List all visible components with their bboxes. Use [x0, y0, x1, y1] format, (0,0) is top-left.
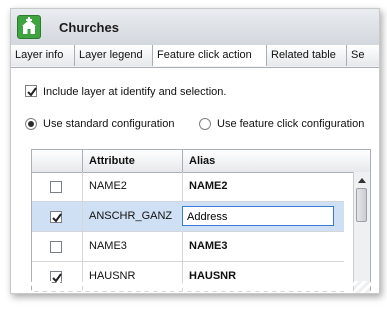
grid-header: Attribute Alias: [32, 150, 370, 173]
row-checkbox[interactable]: [50, 211, 62, 223]
radio-standard-label: Use standard configuration: [43, 118, 175, 130]
radio-feature-click-configuration[interactable]: [199, 118, 211, 130]
tab-layer-info[interactable]: Layer info: [11, 45, 75, 66]
alias-cell[interactable]: NAME3: [182, 232, 344, 261]
alias-cell[interactable]: NAME2: [182, 172, 344, 201]
include-layer-checkbox[interactable]: [25, 85, 37, 97]
torn-edge-decoration: [11, 281, 379, 293]
radio-standard-configuration[interactable]: [25, 118, 37, 130]
attribute-grid: Attribute Alias NAME2 NAME2 ANSCHR_GANZ …: [31, 149, 371, 293]
tab-layer-legend[interactable]: Layer legend: [75, 45, 153, 66]
table-row[interactable]: NAME2 NAME2: [32, 172, 344, 202]
window-title: Churches: [59, 20, 119, 35]
title-bar: Churches: [11, 9, 379, 46]
include-layer-label: Include layer at identify and selection.: [43, 86, 227, 98]
checkmark-icon: [27, 87, 37, 97]
tab-bar: Layer info Layer legend Feature click ac…: [11, 45, 379, 68]
tab-related-table[interactable]: Related table: [267, 45, 347, 66]
tab-feature-click-action[interactable]: Feature click action: [153, 45, 267, 66]
attribute-cell: ANSCHR_GANZ: [82, 202, 182, 231]
table-row[interactable]: ANSCHR_GANZ Address: [32, 202, 344, 232]
radio-feature-label: Use feature click configuration: [217, 118, 365, 130]
attribute-cell: NAME2: [82, 172, 182, 201]
table-row[interactable]: NAME3 NAME3: [32, 232, 344, 262]
church-layer-icon: [17, 15, 41, 39]
scrollbar-thumb[interactable]: [356, 188, 367, 222]
row-checkbox[interactable]: [50, 241, 62, 253]
column-header-attribute[interactable]: Attribute: [82, 150, 182, 172]
layer-properties-window: Churches Layer info Layer legend Feature…: [10, 8, 380, 294]
alias-edit-input[interactable]: Address: [182, 206, 334, 226]
tab-more[interactable]: Se: [347, 45, 379, 66]
row-checkbox[interactable]: [50, 181, 62, 193]
scroll-up-icon[interactable]: [358, 178, 366, 183]
checkmark-icon: [52, 213, 62, 223]
grid-scrollbar[interactable]: [353, 172, 370, 293]
column-header-alias[interactable]: Alias: [182, 150, 370, 172]
column-header-select: [32, 150, 82, 172]
attribute-cell: NAME3: [82, 232, 182, 261]
